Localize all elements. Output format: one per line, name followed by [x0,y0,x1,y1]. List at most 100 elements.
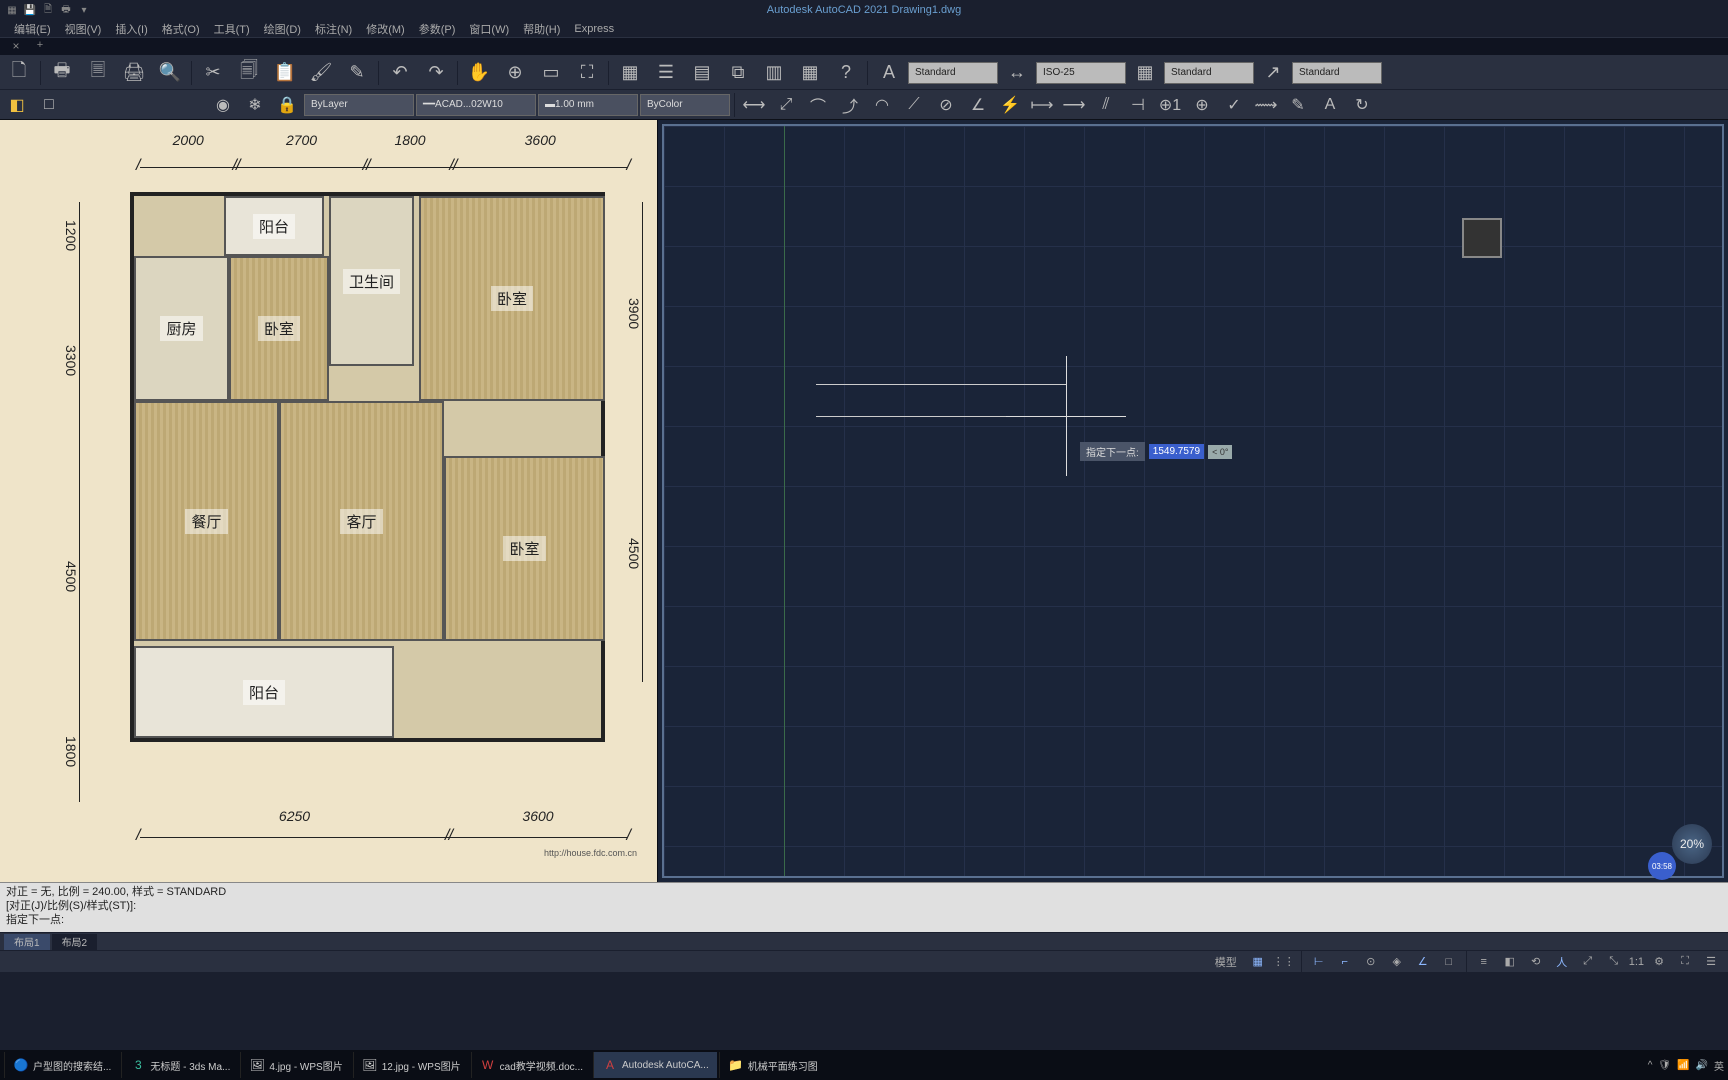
menu-tools[interactable]: 工具(T) [208,21,256,37]
table-style-icon[interactable]: ▦ [1128,57,1162,89]
customize-icon[interactable]: ☰ [1700,953,1722,971]
tray-wifi-icon[interactable]: 📶 [1677,1060,1689,1071]
dim-style-dropdown[interactable]: ISO-25 [1036,62,1126,84]
saveas-icon[interactable]: 🗎 [40,2,56,18]
snap-toggle-icon[interactable]: ⋮⋮ [1273,953,1295,971]
layer-lock-icon[interactable]: 🔒 [272,90,302,120]
model-space-button[interactable]: 模型 [1209,953,1243,971]
layer-mgr-icon[interactable]: ⧉ [721,57,755,89]
dim-text-icon[interactable]: A [1315,90,1345,120]
cut-icon[interactable]: ✂ [196,57,230,89]
navigator-thumbnail[interactable] [1462,218,1502,258]
dyn-angle-field[interactable]: < 0° [1208,445,1232,459]
layout-tab-2[interactable]: 布局2 [52,934,98,950]
task-item-active[interactable]: AAutodesk AutoCA... [593,1052,717,1078]
iso-toggle-icon[interactable]: ◈ [1386,953,1408,971]
copy-icon[interactable]: 🗐 [232,57,266,89]
text-style-icon[interactable]: A [872,57,906,89]
dim-style-icon[interactable]: ↔ [1000,57,1034,89]
annotation-icon[interactable]: 人 [1551,953,1573,971]
dim-linear-icon[interactable]: ⟷ [739,90,769,120]
file-tab-close-icon[interactable]: × [4,39,28,55]
menu-format[interactable]: 格式(O) [156,21,206,37]
layer-dropdown[interactable]: ByLayer [304,94,414,116]
menu-view[interactable]: 视图(V) [59,21,108,37]
zoom-icon[interactable]: ⊕ [498,57,532,89]
save-icon[interactable]: 💾 [22,2,38,18]
new-icon[interactable]: 🗋 [2,57,36,89]
command-line[interactable]: 对正 = 无, 比例 = 240.00, 样式 = STANDARD [对正(J… [0,882,1728,932]
tray-shield-icon[interactable]: 🛡 [1658,1060,1671,1071]
linetype-dropdown[interactable]: ━━ ACAD...02W10 [416,94,536,116]
dim-radius-icon[interactable]: ◠ [867,90,897,120]
redo-icon[interactable]: ↷ [419,57,453,89]
dropdown-icon[interactable]: ▾ [76,2,92,18]
print-icon[interactable]: 🖶 [58,2,74,18]
dim-ordinate-icon[interactable]: ⤴ [835,90,865,120]
task-item[interactable]: 🔵户型图的搜索结... [4,1052,119,1078]
menu-modify[interactable]: 修改(M) [360,21,411,37]
layer-states-icon[interactable]: ◉ [208,90,238,120]
dim-jogged-icon[interactable]: ⟋ [899,90,929,120]
layer-freeze-icon[interactable]: ❄ [240,90,270,120]
center-mark-icon[interactable]: ⊕ [1187,90,1217,120]
dim-aligned-icon[interactable]: ⤢ [771,90,801,120]
osnap-toggle-icon[interactable]: ∠ [1412,953,1434,971]
color-swatch2-icon[interactable]: □ [34,90,64,120]
menu-dimension[interactable]: 标注(N) [309,21,358,37]
ortho-toggle-icon[interactable]: ⌐ [1334,953,1356,971]
menu-insert[interactable]: 插入(I) [109,21,153,37]
print-preview-icon[interactable]: 🗏 [81,57,115,89]
plotcolor-dropdown[interactable]: ByColor [640,94,730,116]
dim-continue-icon[interactable]: ⟶ [1059,90,1089,120]
menu-edit[interactable]: 编辑(E) [8,21,57,37]
match-icon[interactable]: 🖌 [304,57,338,89]
menu-window[interactable]: 窗口(W) [463,21,515,37]
file-tab-add-icon[interactable]: + [28,39,52,55]
otrack-toggle-icon[interactable]: □ [1438,953,1460,971]
lwt-toggle-icon[interactable]: ≡ [1473,953,1495,971]
calc-icon[interactable]: ▤ [685,57,719,89]
mleader-style-icon[interactable]: ↗ [1256,57,1290,89]
mleader-style-dropdown[interactable]: Standard [1292,62,1382,84]
tray-up-icon[interactable]: ^ [1648,1060,1653,1071]
tray-sound-icon[interactable]: 🔊 [1696,1060,1708,1071]
menu-parametric[interactable]: 参数(P) [413,21,462,37]
help-icon[interactable]: ? [829,57,863,89]
infer-toggle-icon[interactable]: ⊢ [1308,953,1330,971]
dim-jog-icon[interactable]: ⟿ [1251,90,1281,120]
transparency-icon[interactable]: ◧ [1499,953,1521,971]
scale-label[interactable]: 1:1 [1629,953,1644,971]
color-swatch-icon[interactable]: ◧ [2,90,32,120]
app-menu-icon[interactable]: ▦ [4,2,20,18]
zoom-indicator[interactable]: 20% [1672,824,1712,864]
paste-icon[interactable]: 📋 [268,57,302,89]
table-style-dropdown[interactable]: Standard [1164,62,1254,84]
table-icon[interactable]: ▦ [793,57,827,89]
fullscreen-icon[interactable]: ⛶ [1674,953,1696,971]
task-item[interactable]: 🖼12.jpg - WPS图片 [353,1052,469,1078]
zoom-extents-icon[interactable]: ⛶ [570,57,604,89]
task-item[interactable]: 3无标题 - 3ds Ma... [121,1052,238,1078]
dim-space-icon[interactable]: ⫽ [1091,90,1121,120]
gear-icon[interactable]: ⚙ [1648,953,1670,971]
dim-diameter-icon[interactable]: ⊘ [931,90,961,120]
zoom-window-icon[interactable]: ▭ [534,57,568,89]
layout-tab-1[interactable]: 布局1 [4,934,50,950]
reference-image-viewport[interactable]: 2000 2700 1800 3600 1200 3300 4500 1800 … [0,120,658,882]
pan-icon[interactable]: ✋ [462,57,496,89]
tolerance-icon[interactable]: ⊕1 [1155,90,1185,120]
dim-angular-icon[interactable]: ∠ [963,90,993,120]
anno-scale-icon[interactable]: ⤢ [1577,953,1599,971]
model-viewport[interactable]: 指定下一点: 1549.7579 < 0° 20% 03:58 [658,120,1728,882]
dim-edit-icon[interactable]: ✎ [1283,90,1313,120]
dyn-distance-input[interactable]: 1549.7579 [1149,444,1204,459]
dim-break-icon[interactable]: ⊣ [1123,90,1153,120]
print-icon[interactable]: 🖶 [45,57,79,89]
menu-help[interactable]: 帮助(H) [517,21,566,37]
menu-express[interactable]: Express [568,23,620,35]
polar-toggle-icon[interactable]: ⊙ [1360,953,1382,971]
find-icon[interactable]: 🔍 [153,57,187,89]
task-item[interactable]: 📁机械平面练习图 [719,1052,826,1078]
task-item[interactable]: 🖼4.jpg - WPS图片 [240,1052,350,1078]
